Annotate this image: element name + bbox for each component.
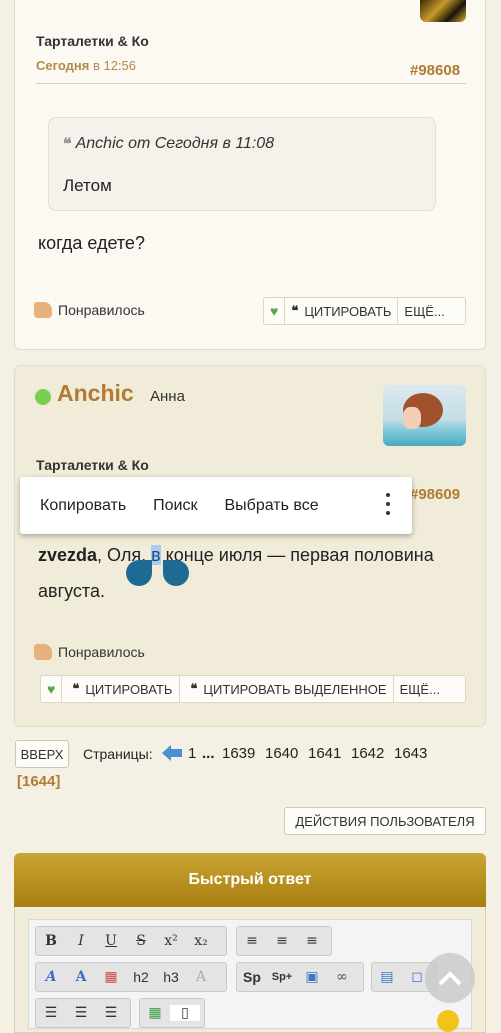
like-button[interactable]: Понравилось <box>34 302 145 318</box>
online-status-icon <box>35 389 51 405</box>
thumbs-up-icon <box>34 644 52 660</box>
copy-menu-item[interactable]: Копировать <box>20 497 126 515</box>
pagination-ellipsis: ... <box>202 745 215 762</box>
divider <box>36 83 466 84</box>
selected-text: в <box>151 545 161 565</box>
align-group: ≡ ≡ ≡ <box>236 926 332 956</box>
emoji-icon[interactable] <box>437 1010 459 1032</box>
heading2-button[interactable]: h2 <box>126 969 156 985</box>
more-options-icon[interactable] <box>386 493 390 515</box>
quote-block: ❝ Anchic от Сегодня в 11:08 Летом <box>48 117 436 211</box>
font-group: A A ▦ h2 h3 A <box>35 962 227 992</box>
subscript-button[interactable]: x₂ <box>186 933 216 949</box>
user-realname: Анна <box>150 388 185 405</box>
chevron-up-icon <box>438 971 462 986</box>
search-menu-item[interactable]: Поиск <box>126 497 197 515</box>
page-link[interactable]: 1642 <box>351 745 384 762</box>
quote-icon: ❝ <box>72 681 80 696</box>
text-format-group: B I U S x² x₂ <box>35 926 227 956</box>
quote-button[interactable]: ❝ ЦИТИРОВАТЬ <box>285 298 399 324</box>
bold-button[interactable]: B <box>36 933 66 949</box>
font-color-icon[interactable]: A <box>36 969 66 985</box>
quick-reply-header: Быстрый ответ <box>14 853 486 907</box>
align-right-icon[interactable]: ≡ <box>297 933 327 949</box>
post-body: когда едете? <box>38 233 145 253</box>
quote-selected-button[interactable]: ❝ ЦИТИРОВАТЬ ВЫДЕЛЕННОЕ <box>180 676 394 702</box>
like-button[interactable]: Понравилось <box>34 644 145 660</box>
post-time: Сегодня в 12:56 <box>36 58 136 73</box>
post-id-link[interactable]: #98609 <box>410 486 460 503</box>
italic-button[interactable]: I <box>66 933 96 949</box>
clear-format-icon[interactable]: A <box>186 969 216 985</box>
bullet-list-icon[interactable]: ☰ <box>36 1005 66 1021</box>
spoiler-plus-button[interactable]: Sp+ <box>267 971 297 983</box>
underline-button[interactable]: U <box>96 933 126 949</box>
post-id-link[interactable]: #98608 <box>410 62 460 79</box>
align-left-icon[interactable]: ≡ <box>237 933 267 949</box>
scroll-up-button[interactable]: ВВЕРХ <box>15 740 69 768</box>
text-selection-menu: Копировать Поиск Выбрать все <box>20 477 412 534</box>
heart-icon: ♥ <box>47 681 56 697</box>
page-link[interactable]: 1639 <box>222 745 255 762</box>
post-actions: ♥ ❝ ЦИТИРОВАТЬ ЕЩЁ... <box>263 297 466 325</box>
page-link[interactable]: 1643 <box>394 745 427 762</box>
strikethrough-button[interactable]: S <box>126 933 156 949</box>
user-group: Тарталетки & Ко <box>36 33 149 49</box>
thumbs-up-icon <box>34 302 52 318</box>
quick-reply-title: Быстрый ответ <box>188 871 312 888</box>
prev-page-icon[interactable] <box>162 745 182 761</box>
table-icon[interactable]: ▦ <box>140 1005 170 1021</box>
page-link[interactable]: 1641 <box>308 745 341 762</box>
insert-link-icon[interactable]: ∞ <box>327 969 357 985</box>
more-button[interactable]: ЕЩЁ... <box>398 298 450 324</box>
user-group: Тарталетки & Ко <box>36 457 149 473</box>
more-button[interactable]: ЕЩЁ... <box>394 676 446 702</box>
scroll-top-button[interactable] <box>425 953 475 1003</box>
selection-handle-left[interactable] <box>126 560 152 586</box>
color-palette-icon[interactable]: ▦ <box>96 969 126 985</box>
font-size-icon[interactable]: A <box>66 969 96 985</box>
username[interactable]: Anchic <box>57 380 134 407</box>
current-page: [1644] <box>17 773 61 790</box>
selection-handle-right[interactable] <box>163 560 189 586</box>
quote-header: Anchic от Сегодня в 11:08 <box>75 134 275 152</box>
spoiler-button[interactable]: Sp <box>237 969 267 985</box>
heart-icon: ♥ <box>270 303 279 319</box>
select-all-menu-item[interactable]: Выбрать все <box>198 497 319 515</box>
document-icon[interactable]: ▯ <box>170 1005 200 1021</box>
insert-media-icon[interactable]: ▤ <box>372 969 402 985</box>
page-link-first[interactable]: 1 <box>188 745 196 762</box>
align-center-icon[interactable]: ≡ <box>267 933 297 949</box>
quote-text: Летом <box>63 176 112 195</box>
quote-icon: ❝ <box>291 303 299 318</box>
user-actions-button[interactable]: ДЕЙСТВИЯ ПОЛЬЗОВАТЕЛЯ <box>284 807 486 835</box>
insert-group: Sp Sp+ ▣ ∞ <box>236 962 364 992</box>
quote-icon: ❝ <box>63 134 72 153</box>
avatar[interactable] <box>420 0 466 22</box>
heart-button[interactable]: ♥ <box>264 298 286 324</box>
post-body: zvezda, Оля, в конце июля — первая полов… <box>38 545 434 601</box>
quote-button[interactable]: ❝ ЦИТИРОВАТЬ <box>62 676 181 702</box>
superscript-button[interactable]: x² <box>156 933 186 949</box>
quote-icon: ❝ <box>190 681 198 696</box>
pages-label: Страницы: <box>83 746 153 762</box>
page-link[interactable]: 1640 <box>265 745 298 762</box>
avatar[interactable] <box>383 385 466 446</box>
post-actions: ♥ ❝ ЦИТИРОВАТЬ ❝ ЦИТИРОВАТЬ ВЫДЕЛЕННОЕ ЕЩЁ… <box>40 675 466 703</box>
heading3-button[interactable]: h3 <box>156 969 186 985</box>
numbered-list-icon[interactable]: ☰ <box>66 1005 96 1021</box>
insert-image-icon[interactable]: ▣ <box>297 969 327 985</box>
indent-icon[interactable]: ☰ <box>96 1005 126 1021</box>
heart-button[interactable]: ♥ <box>41 676 63 702</box>
